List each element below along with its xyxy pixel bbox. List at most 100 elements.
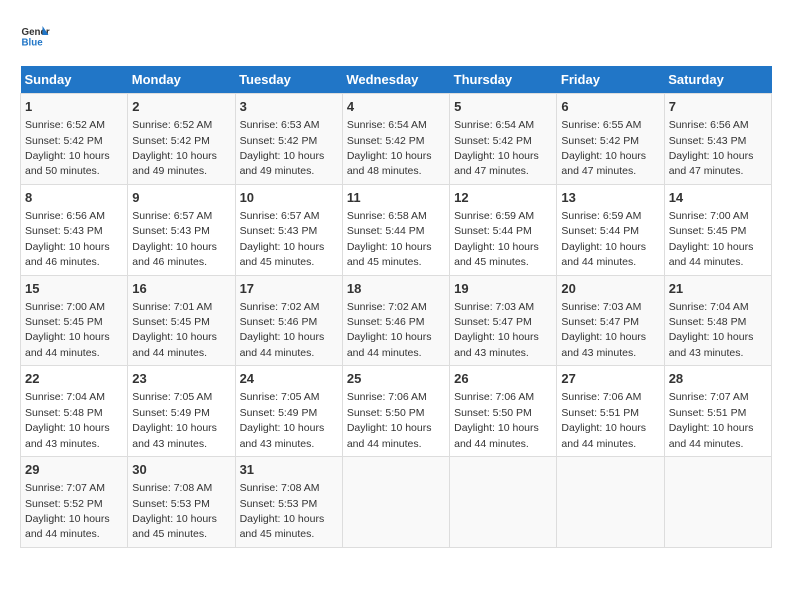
cell-content: Sunrise: 7:08 AMSunset: 5:53 PMDaylight:… [132,482,217,540]
col-header-monday: Monday [128,66,235,94]
day-number: 14 [669,189,767,207]
cell-content: Sunrise: 7:04 AMSunset: 5:48 PMDaylight:… [25,391,110,449]
cell-content: Sunrise: 6:54 AMSunset: 5:42 PMDaylight:… [454,119,539,177]
col-header-saturday: Saturday [664,66,771,94]
calendar-table: SundayMondayTuesdayWednesdayThursdayFrid… [20,66,772,548]
cell-content: Sunrise: 7:06 AMSunset: 5:50 PMDaylight:… [347,391,432,449]
day-number: 1 [25,98,123,116]
calendar-cell: 1 Sunrise: 6:52 AMSunset: 5:42 PMDayligh… [21,94,128,185]
day-number: 2 [132,98,230,116]
day-number: 24 [240,370,338,388]
col-header-tuesday: Tuesday [235,66,342,94]
day-number: 22 [25,370,123,388]
day-number: 5 [454,98,552,116]
calendar-cell: 5 Sunrise: 6:54 AMSunset: 5:42 PMDayligh… [450,94,557,185]
cell-content: Sunrise: 7:00 AMSunset: 5:45 PMDaylight:… [669,210,754,268]
calendar-cell: 30 Sunrise: 7:08 AMSunset: 5:53 PMDaylig… [128,457,235,548]
calendar-cell: 3 Sunrise: 6:53 AMSunset: 5:42 PMDayligh… [235,94,342,185]
cell-content: Sunrise: 7:06 AMSunset: 5:51 PMDaylight:… [561,391,646,449]
day-number: 18 [347,280,445,298]
cell-content: Sunrise: 7:03 AMSunset: 5:47 PMDaylight:… [454,301,539,359]
calendar-cell: 29 Sunrise: 7:07 AMSunset: 5:52 PMDaylig… [21,457,128,548]
day-number: 17 [240,280,338,298]
logo-icon: General Blue [20,20,50,50]
cell-content: Sunrise: 7:02 AMSunset: 5:46 PMDaylight:… [240,301,325,359]
cell-content: Sunrise: 6:58 AMSunset: 5:44 PMDaylight:… [347,210,432,268]
cell-content: Sunrise: 6:57 AMSunset: 5:43 PMDaylight:… [132,210,217,268]
cell-content: Sunrise: 7:05 AMSunset: 5:49 PMDaylight:… [240,391,325,449]
calendar-cell [450,457,557,548]
day-number: 16 [132,280,230,298]
day-number: 4 [347,98,445,116]
calendar-week-row: 8 Sunrise: 6:56 AMSunset: 5:43 PMDayligh… [21,184,772,275]
calendar-cell: 8 Sunrise: 6:56 AMSunset: 5:43 PMDayligh… [21,184,128,275]
calendar-cell: 26 Sunrise: 7:06 AMSunset: 5:50 PMDaylig… [450,366,557,457]
day-number: 10 [240,189,338,207]
cell-content: Sunrise: 7:03 AMSunset: 5:47 PMDaylight:… [561,301,646,359]
day-number: 3 [240,98,338,116]
calendar-cell: 11 Sunrise: 6:58 AMSunset: 5:44 PMDaylig… [342,184,449,275]
col-header-sunday: Sunday [21,66,128,94]
day-number: 15 [25,280,123,298]
cell-content: Sunrise: 7:08 AMSunset: 5:53 PMDaylight:… [240,482,325,540]
cell-content: Sunrise: 6:53 AMSunset: 5:42 PMDaylight:… [240,119,325,177]
calendar-week-row: 1 Sunrise: 6:52 AMSunset: 5:42 PMDayligh… [21,94,772,185]
calendar-cell: 21 Sunrise: 7:04 AMSunset: 5:48 PMDaylig… [664,275,771,366]
logo: General Blue [20,20,50,50]
cell-content: Sunrise: 7:01 AMSunset: 5:45 PMDaylight:… [132,301,217,359]
calendar-cell: 23 Sunrise: 7:05 AMSunset: 5:49 PMDaylig… [128,366,235,457]
calendar-cell: 28 Sunrise: 7:07 AMSunset: 5:51 PMDaylig… [664,366,771,457]
calendar-cell: 16 Sunrise: 7:01 AMSunset: 5:45 PMDaylig… [128,275,235,366]
day-number: 21 [669,280,767,298]
cell-content: Sunrise: 7:02 AMSunset: 5:46 PMDaylight:… [347,301,432,359]
day-number: 30 [132,461,230,479]
calendar-cell: 13 Sunrise: 6:59 AMSunset: 5:44 PMDaylig… [557,184,664,275]
day-number: 13 [561,189,659,207]
calendar-cell: 27 Sunrise: 7:06 AMSunset: 5:51 PMDaylig… [557,366,664,457]
col-header-friday: Friday [557,66,664,94]
calendar-cell: 24 Sunrise: 7:05 AMSunset: 5:49 PMDaylig… [235,366,342,457]
day-number: 9 [132,189,230,207]
day-number: 8 [25,189,123,207]
cell-content: Sunrise: 7:00 AMSunset: 5:45 PMDaylight:… [25,301,110,359]
cell-content: Sunrise: 7:06 AMSunset: 5:50 PMDaylight:… [454,391,539,449]
day-number: 23 [132,370,230,388]
svg-text:Blue: Blue [22,38,44,49]
calendar-cell: 6 Sunrise: 6:55 AMSunset: 5:42 PMDayligh… [557,94,664,185]
day-number: 11 [347,189,445,207]
calendar-cell [664,457,771,548]
day-number: 29 [25,461,123,479]
cell-content: Sunrise: 7:04 AMSunset: 5:48 PMDaylight:… [669,301,754,359]
calendar-week-row: 22 Sunrise: 7:04 AMSunset: 5:48 PMDaylig… [21,366,772,457]
calendar-cell: 12 Sunrise: 6:59 AMSunset: 5:44 PMDaylig… [450,184,557,275]
calendar-cell: 4 Sunrise: 6:54 AMSunset: 5:42 PMDayligh… [342,94,449,185]
cell-content: Sunrise: 7:07 AMSunset: 5:52 PMDaylight:… [25,482,110,540]
cell-content: Sunrise: 6:52 AMSunset: 5:42 PMDaylight:… [25,119,110,177]
day-number: 26 [454,370,552,388]
day-number: 28 [669,370,767,388]
cell-content: Sunrise: 6:55 AMSunset: 5:42 PMDaylight:… [561,119,646,177]
calendar-week-row: 29 Sunrise: 7:07 AMSunset: 5:52 PMDaylig… [21,457,772,548]
calendar-cell: 31 Sunrise: 7:08 AMSunset: 5:53 PMDaylig… [235,457,342,548]
day-number: 27 [561,370,659,388]
cell-content: Sunrise: 6:56 AMSunset: 5:43 PMDaylight:… [669,119,754,177]
calendar-cell: 2 Sunrise: 6:52 AMSunset: 5:42 PMDayligh… [128,94,235,185]
calendar-week-row: 15 Sunrise: 7:00 AMSunset: 5:45 PMDaylig… [21,275,772,366]
day-number: 25 [347,370,445,388]
col-header-wednesday: Wednesday [342,66,449,94]
calendar-cell [557,457,664,548]
calendar-cell: 9 Sunrise: 6:57 AMSunset: 5:43 PMDayligh… [128,184,235,275]
cell-content: Sunrise: 6:56 AMSunset: 5:43 PMDaylight:… [25,210,110,268]
cell-content: Sunrise: 6:57 AMSunset: 5:43 PMDaylight:… [240,210,325,268]
calendar-cell: 15 Sunrise: 7:00 AMSunset: 5:45 PMDaylig… [21,275,128,366]
calendar-cell: 17 Sunrise: 7:02 AMSunset: 5:46 PMDaylig… [235,275,342,366]
cell-content: Sunrise: 6:59 AMSunset: 5:44 PMDaylight:… [561,210,646,268]
calendar-cell: 20 Sunrise: 7:03 AMSunset: 5:47 PMDaylig… [557,275,664,366]
cell-content: Sunrise: 6:52 AMSunset: 5:42 PMDaylight:… [132,119,217,177]
calendar-header-row: SundayMondayTuesdayWednesdayThursdayFrid… [21,66,772,94]
calendar-cell: 18 Sunrise: 7:02 AMSunset: 5:46 PMDaylig… [342,275,449,366]
calendar-cell: 7 Sunrise: 6:56 AMSunset: 5:43 PMDayligh… [664,94,771,185]
cell-content: Sunrise: 7:07 AMSunset: 5:51 PMDaylight:… [669,391,754,449]
cell-content: Sunrise: 6:59 AMSunset: 5:44 PMDaylight:… [454,210,539,268]
day-number: 12 [454,189,552,207]
